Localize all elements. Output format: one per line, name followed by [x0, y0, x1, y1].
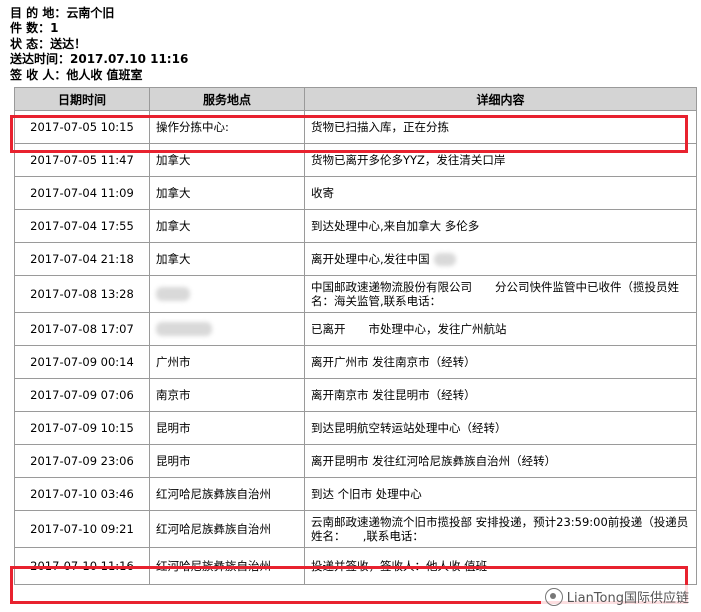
- redaction-blur: [433, 253, 456, 266]
- cell-detail-text: 离开处理中心,发往中国: [311, 252, 430, 266]
- cell-time: 2017-07-10 09:21: [14, 510, 150, 548]
- cell-time: 2017-07-09 00:14: [14, 345, 150, 379]
- status-line: 状 态：送达！: [10, 36, 87, 51]
- count-line: 件 数：1: [10, 21, 59, 36]
- table-row: 2017-07-04 11:09 加拿大 收寄: [14, 176, 697, 210]
- table-row: 2017-07-10 09:21 红河哈尼族彝族自治州 云南邮政速递物流个旧市揽…: [14, 510, 697, 548]
- cell-time: 2017-07-05 10:15: [14, 110, 150, 144]
- watermark: LianTong国际供应链: [540, 585, 693, 608]
- redaction-blur: [156, 287, 190, 302]
- cell-detail: 收寄: [304, 176, 697, 210]
- cell-time: 2017-07-08 17:07: [14, 312, 150, 346]
- shipment-info: 目 的 地：云南个旧 件 数：1 状 态：送达！ 送达时间：2017.07.10…: [10, 6, 188, 83]
- table-row: 2017-07-05 10:15 操作分拣中心: 货物已扫描入库，正在分拣: [14, 110, 697, 144]
- signer-line: 签 收 人：他人收 值班室: [10, 67, 143, 82]
- cell-detail: 到达 个旧市 处理中心: [304, 477, 697, 511]
- cell-time: 2017-07-04 17:55: [14, 209, 150, 243]
- cell-place: 红河哈尼族彝族自治州: [149, 547, 305, 585]
- destination-line: 目 的 地：云南个旧: [10, 6, 115, 20]
- cell-time: 2017-07-09 07:06: [14, 378, 150, 412]
- cell-place: [149, 275, 305, 313]
- table-row: 2017-07-10 11:16 红河哈尼族彝族自治州 投递并签收，签收人：他人…: [14, 547, 697, 585]
- table-row: 2017-07-04 21:18 加拿大 离开处理中心,发往中国: [14, 242, 697, 276]
- cell-time: 2017-07-08 13:28: [14, 275, 150, 313]
- cell-detail: 云南邮政速递物流个旧市揽投部 安排投递，预计23:59:00前投递（投递员姓名：…: [304, 510, 697, 548]
- watermark-text: LianTong国际供应链: [566, 591, 689, 606]
- cell-place: 红河哈尼族彝族自治州: [149, 477, 305, 511]
- cell-place: 操作分拣中心:: [149, 110, 305, 144]
- cell-time: 2017-07-04 11:09: [14, 176, 150, 210]
- cell-place: 广州市: [149, 345, 305, 379]
- cell-time: 2017-07-09 23:06: [14, 444, 150, 478]
- table-row: 2017-07-08 13:28 中国邮政速递物流股份有限公司 分公司快件监管中…: [14, 275, 697, 313]
- header-datetime: 日期时间: [14, 87, 150, 111]
- table-row: 2017-07-09 23:06 昆明市 离开昆明市 发往红河哈尼族彝族自治州（…: [14, 444, 697, 478]
- table-row: 2017-07-09 10:15 昆明市 到达昆明航空转运站处理中心（经转）: [14, 411, 697, 445]
- table-header-row: 日期时间 服务地点 详细内容: [14, 87, 697, 111]
- cell-detail: 到达昆明航空转运站处理中心（经转）: [304, 411, 697, 445]
- cell-place: 昆明市: [149, 444, 305, 478]
- cell-place: [149, 312, 305, 346]
- cell-time: 2017-07-05 11:47: [14, 143, 150, 177]
- table-row: 2017-07-08 17:07 已离开 市处理中心，发往广州航站: [14, 312, 697, 346]
- header-place: 服务地点: [149, 87, 305, 111]
- header-detail: 详细内容: [304, 87, 697, 111]
- table-row: 2017-07-09 00:14 广州市 离开广州市 发往南京市（经转）: [14, 345, 697, 379]
- cell-time: 2017-07-04 21:18: [14, 242, 150, 276]
- wechat-icon: [544, 587, 563, 606]
- cell-detail: 到达处理中心,来自加拿大 多伦多: [304, 209, 697, 243]
- table-row: 2017-07-10 03:46 红河哈尼族彝族自治州 到达 个旧市 处理中心: [14, 477, 697, 511]
- cell-place: 加拿大: [149, 143, 305, 177]
- cell-detail: 离开南京市 发往昆明市（经转）: [304, 378, 697, 412]
- redaction-blur: [156, 322, 212, 337]
- cell-detail: 离开处理中心,发往中国: [304, 242, 697, 276]
- cell-time: 2017-07-10 03:46: [14, 477, 150, 511]
- table-row: 2017-07-09 07:06 南京市 离开南京市 发往昆明市（经转）: [14, 378, 697, 412]
- cell-detail: 离开广州市 发往南京市（经转）: [304, 345, 697, 379]
- cell-detail: 投递并签收，签收人：他人收 值班: [304, 547, 697, 585]
- cell-time: 2017-07-09 10:15: [14, 411, 150, 445]
- cell-place: 昆明市: [149, 411, 305, 445]
- delivered-time-line: 送达时间：2017.07.10 11:16: [10, 52, 189, 67]
- table-row: 2017-07-04 17:55 加拿大 到达处理中心,来自加拿大 多伦多: [14, 209, 697, 243]
- cell-place: 加拿大: [149, 242, 305, 276]
- cell-place: 红河哈尼族彝族自治州: [149, 510, 305, 548]
- cell-place: 南京市: [149, 378, 305, 412]
- table-row: 2017-07-05 11:47 加拿大 货物已离开多伦多YYZ，发往清关口岸: [14, 143, 697, 177]
- tracking-table: 日期时间 服务地点 详细内容 2017-07-05 10:15 操作分拣中心: …: [14, 87, 697, 585]
- cell-detail: 货物已扫描入库，正在分拣: [304, 110, 697, 144]
- cell-place: 加拿大: [149, 176, 305, 210]
- cell-place: 加拿大: [149, 209, 305, 243]
- cell-detail: 中国邮政速递物流股份有限公司 分公司快件监管中已收件（揽投员姓名：海关监管,联系…: [304, 275, 697, 313]
- cell-detail: 货物已离开多伦多YYZ，发往清关口岸: [304, 143, 697, 177]
- cell-time: 2017-07-10 11:16: [14, 547, 150, 585]
- cell-detail: 已离开 市处理中心，发往广州航站: [304, 312, 697, 346]
- cell-detail: 离开昆明市 发往红河哈尼族彝族自治州（经转）: [304, 444, 697, 478]
